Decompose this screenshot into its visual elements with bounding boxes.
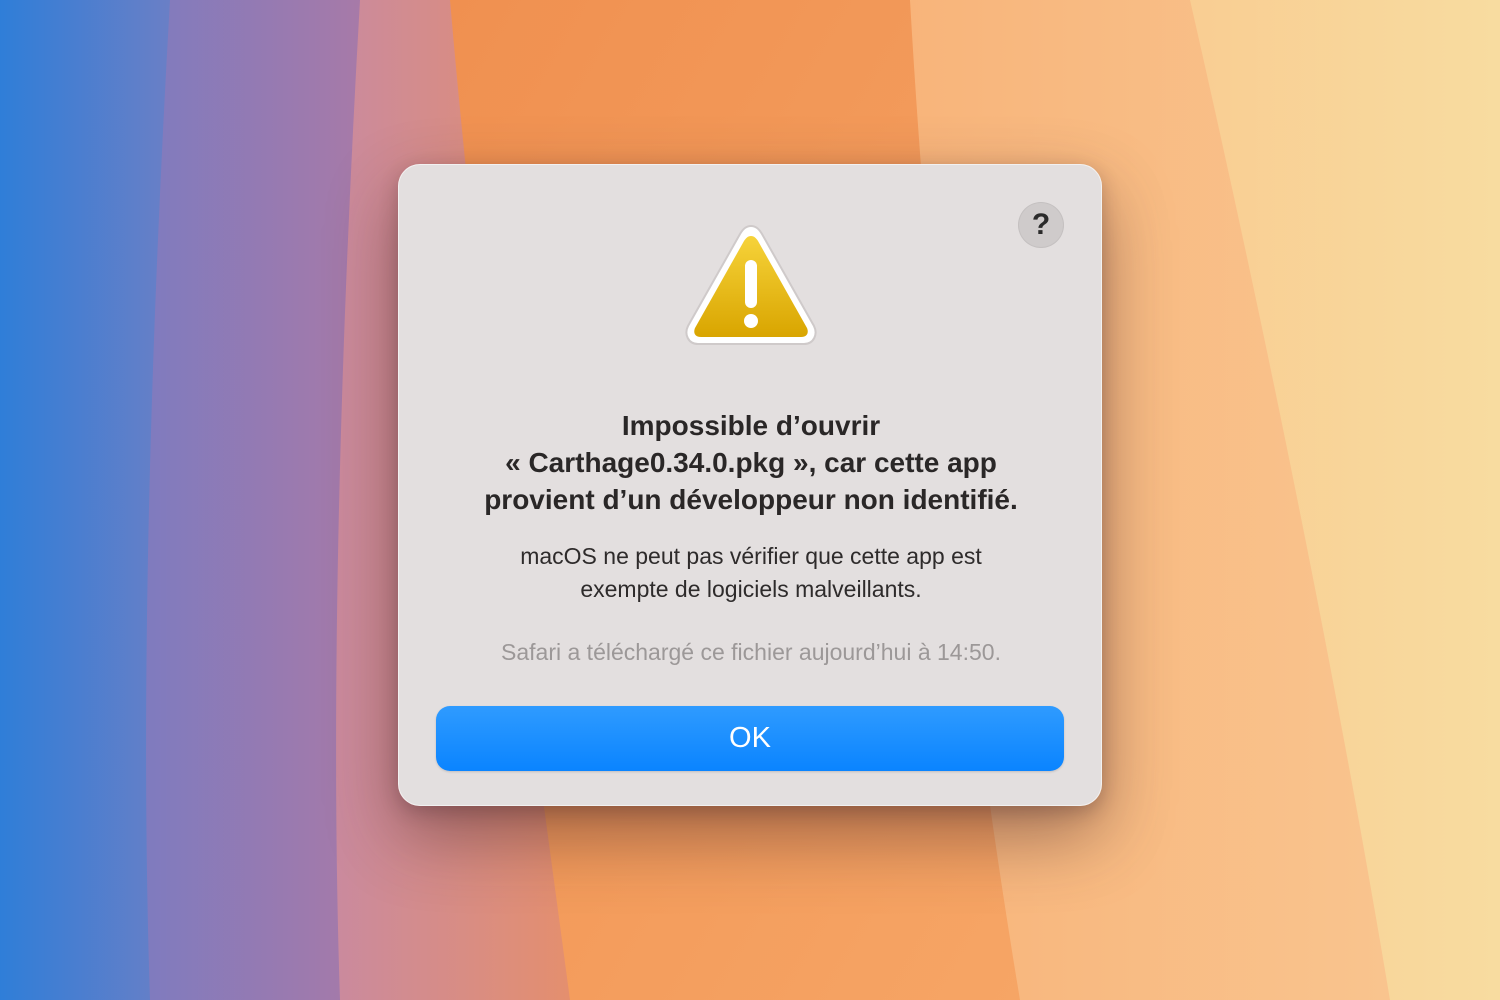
dialog-message: macOS ne peut pas vérifier que cette app… bbox=[520, 543, 982, 602]
warning-triangle-icon bbox=[685, 224, 817, 345]
help-button[interactable]: ? bbox=[1018, 202, 1064, 248]
dialog-title: Impossible d’ouvrir « Carthage0.34.0.pkg… bbox=[484, 410, 1018, 515]
alert-dialog: ? Impossible d’ouvrir « Carthage0.34.0.p… bbox=[398, 164, 1102, 806]
ok-button[interactable]: OK bbox=[436, 706, 1064, 771]
download-info: Safari a téléchargé ce fichier aujourd’h… bbox=[501, 639, 1001, 665]
desktop: ? Impossible d’ouvrir « Carthage0.34.0.p… bbox=[0, 0, 1500, 1000]
